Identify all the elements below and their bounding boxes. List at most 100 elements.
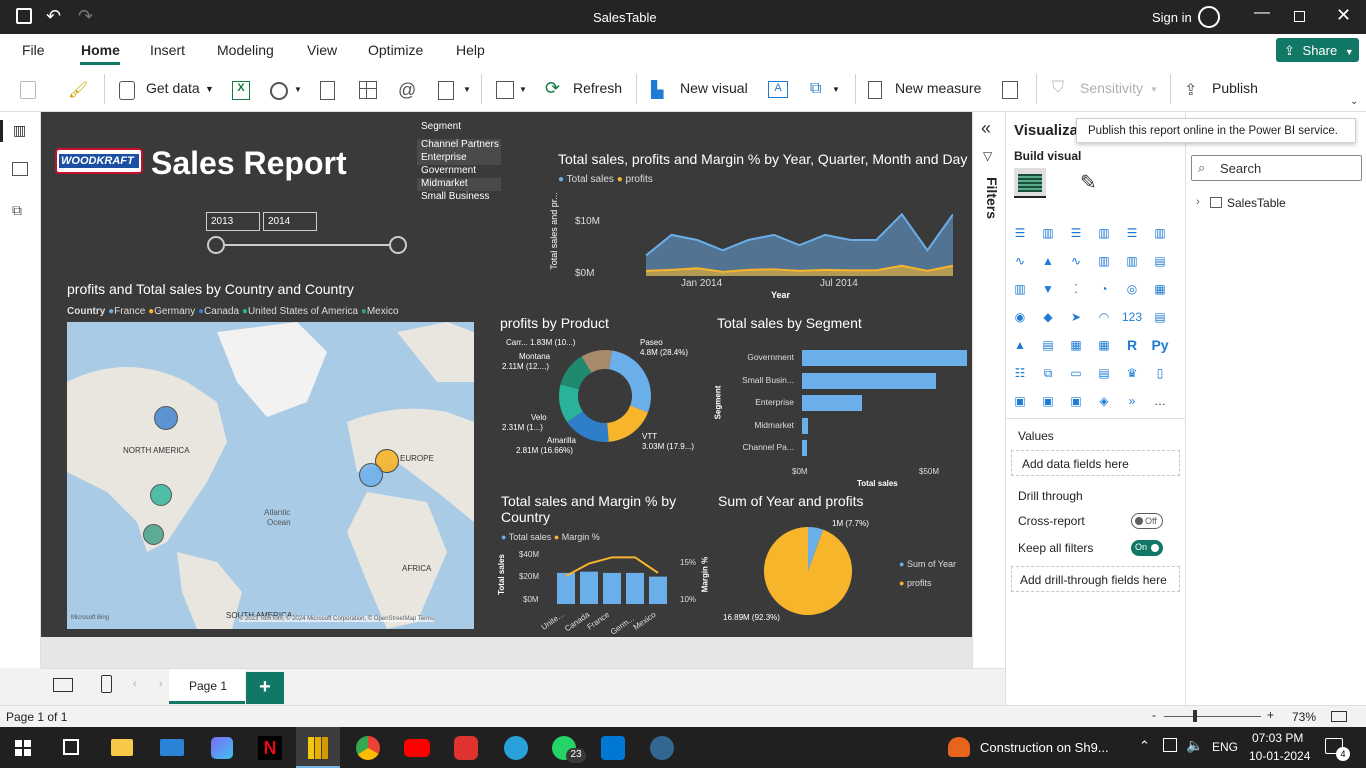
report-view-icon[interactable] [0,120,3,142]
model-view-icon[interactable]: ⧉ [12,202,22,219]
enter-data-icon[interactable] [359,81,377,99]
publish-button[interactable]: Publish [1212,80,1258,96]
zoom-in-icon[interactable]: + [1267,708,1274,722]
visual-type-icon[interactable]: ◎ [1122,279,1142,299]
fit-to-page-icon[interactable] [1331,711,1347,722]
sql-icon[interactable] [320,81,335,100]
combo-bar[interactable] [557,572,575,604]
bar[interactable] [802,440,807,456]
bar[interactable] [802,372,936,389]
segment-item[interactable]: Enterprise [417,152,501,165]
menu-help[interactable]: Help [456,42,485,58]
close-icon[interactable]: ✕ [1336,5,1351,26]
visual-type-icon[interactable]: ▯ [1150,363,1170,383]
visual-type-icon[interactable]: ▭ [1066,363,1086,383]
refresh-button[interactable]: Refresh [573,80,622,96]
visual-type-icon[interactable]: ▤ [1150,307,1170,327]
visual-type-icon[interactable]: ◔ [1094,279,1114,299]
year-from-box[interactable]: 2013 [206,212,260,231]
share-button[interactable]: ⇪ Share ▼ [1276,38,1359,62]
menu-optimize[interactable]: Optimize [368,42,423,58]
clock-date[interactable]: 10-01-2024 [1249,749,1310,763]
construction-warning-icon[interactable] [948,737,970,757]
dataverse-icon[interactable]: @ [398,80,416,101]
zoom-slider-handle[interactable] [1193,710,1197,722]
file-explorer-icon[interactable] [111,739,133,756]
visual-type-icon[interactable]: ▲ [1010,335,1030,355]
visual-type-icon[interactable]: ∿ [1066,251,1086,271]
data-table-name[interactable]: SalesTable [1227,196,1286,210]
visual-type-icon[interactable]: ▣ [1066,391,1086,411]
visual-type-icon[interactable]: ▣ [1010,391,1030,411]
page-tab[interactable]: Page 1 [169,669,245,704]
menu-modeling[interactable]: Modeling [217,42,274,58]
sign-in-link[interactable]: Sign in [1152,10,1192,25]
combo-bar[interactable] [580,571,598,604]
language-indicator[interactable]: ENG [1212,740,1238,754]
donut-slice[interactable] [609,350,651,413]
excel-icon[interactable]: X [232,81,250,100]
visual-type-icon[interactable]: Py [1150,335,1170,355]
menu-file[interactable]: File [22,42,45,58]
visual-type-icon[interactable]: ➤ [1066,307,1086,327]
visual-type-icon[interactable]: ◠ [1094,307,1114,327]
chevron-down-icon[interactable]: ▼ [832,85,840,94]
transform-data-icon[interactable] [496,81,514,99]
format-visual-tab[interactable]: ✎ [1080,170,1097,195]
get-data-button[interactable]: Get data [146,80,200,96]
netflix-icon[interactable]: N [258,736,282,760]
cross-report-toggle[interactable]: Off [1131,513,1163,529]
text-box-icon[interactable]: A [768,81,788,98]
more-visuals-icon[interactable]: ⧉ [810,80,821,98]
segment-item[interactable]: Midmarket [417,178,501,191]
account-icon[interactable] [1198,6,1220,28]
visual-type-icon[interactable]: ▤ [1094,363,1114,383]
bar[interactable] [802,350,968,366]
menu-view[interactable]: View [307,42,337,58]
maximize-icon[interactable] [1294,11,1305,22]
undo-icon[interactable]: ↶ [46,6,61,27]
clock-time[interactable]: 07:03 PM [1252,731,1303,745]
chevron-down-icon[interactable]: ▼ [294,85,302,94]
chevron-right-icon[interactable]: › [1196,196,1200,208]
paste-icon[interactable] [20,81,36,99]
zoom-slider-track[interactable] [1164,716,1261,717]
recent-sources-icon[interactable] [438,81,454,100]
visual-type-icon[interactable]: ▤ [1150,251,1170,271]
chrome-icon[interactable] [356,736,380,760]
visual-type-icon[interactable]: ▤ [1038,335,1058,355]
refresh-icon[interactable]: ⟳ [545,78,560,99]
quick-measure-icon[interactable] [1002,81,1018,99]
chevron-down-icon[interactable]: ▼ [463,85,471,94]
map-bubble-canada[interactable] [154,406,178,430]
data-search-box[interactable]: ⌕ Search [1191,155,1362,181]
new-visual-icon[interactable]: ▙ [651,80,663,100]
zoom-out-icon[interactable]: - [1152,708,1156,722]
volume-icon[interactable]: 🔈 [1186,737,1203,754]
visual-type-icon[interactable]: » [1122,391,1142,411]
vscode-icon[interactable] [601,736,625,760]
youtube-icon[interactable] [404,739,430,757]
visual-type-icon[interactable]: ▼ [1038,279,1058,299]
notification-text[interactable]: Construction on Sh9... [980,740,1109,755]
map-visual[interactable]: NORTH AMERICA EUROPE Atlantic Ocean AFRI… [67,322,474,629]
year-slider-handle-end[interactable] [389,236,407,254]
visual-type-icon[interactable]: ⧉ [1038,363,1058,383]
new-visual-button[interactable]: New visual [680,80,748,96]
prev-page-icon[interactable]: ‹ [133,678,137,690]
visual-type-icon[interactable]: ▥ [1010,279,1030,299]
minimize-icon[interactable]: — [1254,4,1270,22]
redo-icon[interactable]: ↷ [78,6,93,27]
report-chart-icon[interactable]: ▥ [13,122,26,139]
year-to-box[interactable]: 2014 [263,212,317,231]
save-icon[interactable] [16,8,32,24]
new-measure-button[interactable]: New measure [895,80,981,96]
visual-type-icon[interactable]: ♛ [1122,363,1142,383]
segment-item[interactable]: Government [417,165,501,178]
table-view-icon[interactable] [12,162,28,176]
visual-type-icon[interactable]: ▥ [1038,223,1058,243]
combo-bar[interactable] [603,572,621,604]
combo-bar[interactable] [626,572,644,604]
visual-type-icon[interactable]: ◆ [1038,307,1058,327]
ribbon-collapse-icon[interactable]: ⌄ [1350,96,1358,107]
